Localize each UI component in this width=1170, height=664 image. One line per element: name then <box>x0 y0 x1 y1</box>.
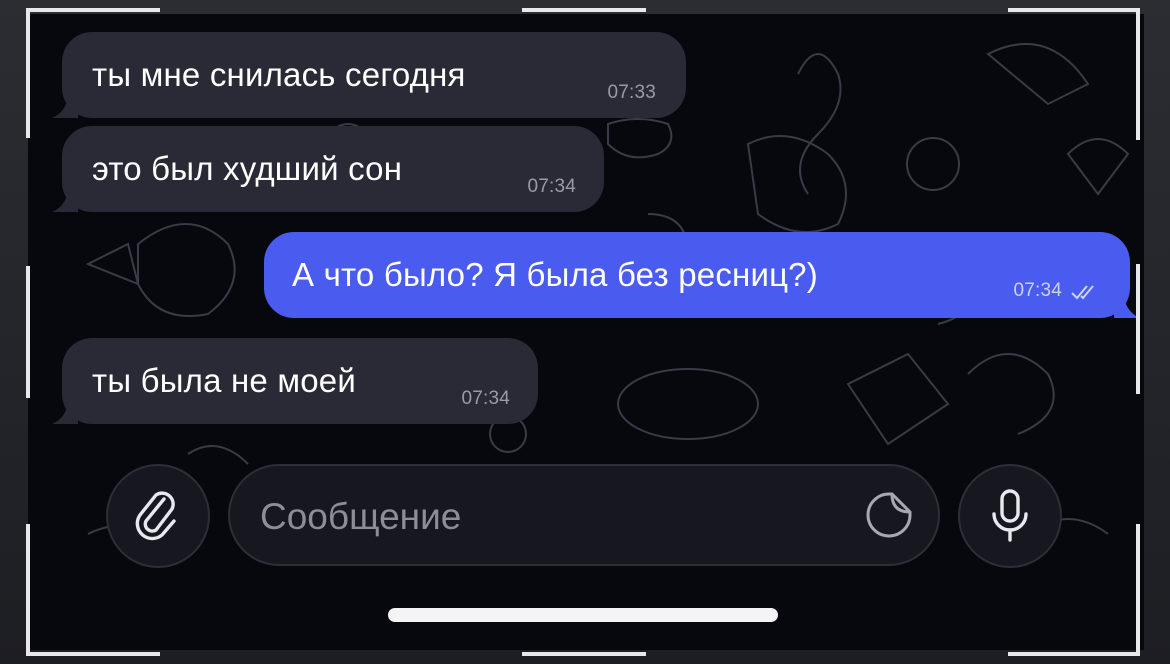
bubble-tail <box>52 190 78 212</box>
message-bubble-incoming[interactable]: ты была не моей 07:34 <box>52 338 538 424</box>
frame-corner-bottom-left <box>26 652 160 656</box>
frame-edge-left <box>26 266 30 398</box>
voice-message-button[interactable] <box>958 464 1062 568</box>
message-text: А что было? Я была без ресниц?) <box>292 256 818 293</box>
frame-corner-top-left <box>26 8 160 12</box>
paperclip-icon <box>135 491 176 541</box>
message-time: 07:34 <box>1013 280 1062 301</box>
message-bubble-incoming[interactable]: это был худший сон 07:34 <box>52 126 604 212</box>
frame-corner-bottom-left <box>26 524 30 656</box>
message-input-placeholder: Сообщение <box>260 496 462 537</box>
frame-corner-top-right <box>1136 8 1140 140</box>
frame-edge-top <box>522 8 646 12</box>
frame-edge-bottom <box>522 652 646 656</box>
bubble-tail <box>52 402 78 424</box>
frame-corner-top-left <box>26 8 30 138</box>
sticker-icon[interactable] <box>864 490 914 540</box>
bubble-tail <box>52 96 78 118</box>
message-text: ты мне снилась сегодня <box>92 56 466 93</box>
frame-edge-right <box>1136 264 1140 394</box>
frame-corner-bottom-right <box>1136 524 1140 656</box>
message-bubble-outgoing[interactable]: А что было? Я была без ресниц?) 07:34 <box>264 232 1140 318</box>
home-indicator[interactable] <box>388 608 778 622</box>
message-bubble-incoming[interactable]: ты мне снилась сегодня 07:33 <box>52 32 686 118</box>
microphone-icon <box>992 489 1028 542</box>
message-text: ты была не моей <box>92 362 356 399</box>
double-check-icon <box>1071 285 1094 300</box>
message-input[interactable]: Сообщение <box>228 464 940 566</box>
frame-corner-top-right <box>1008 8 1140 12</box>
message-time: 07:34 <box>527 176 576 197</box>
message-time: 07:34 <box>461 388 510 409</box>
attach-button[interactable] <box>106 464 210 568</box>
message-time: 07:33 <box>607 82 656 103</box>
frame-corner-bottom-right <box>1008 652 1140 656</box>
message-text: это был худший сон <box>92 150 403 187</box>
